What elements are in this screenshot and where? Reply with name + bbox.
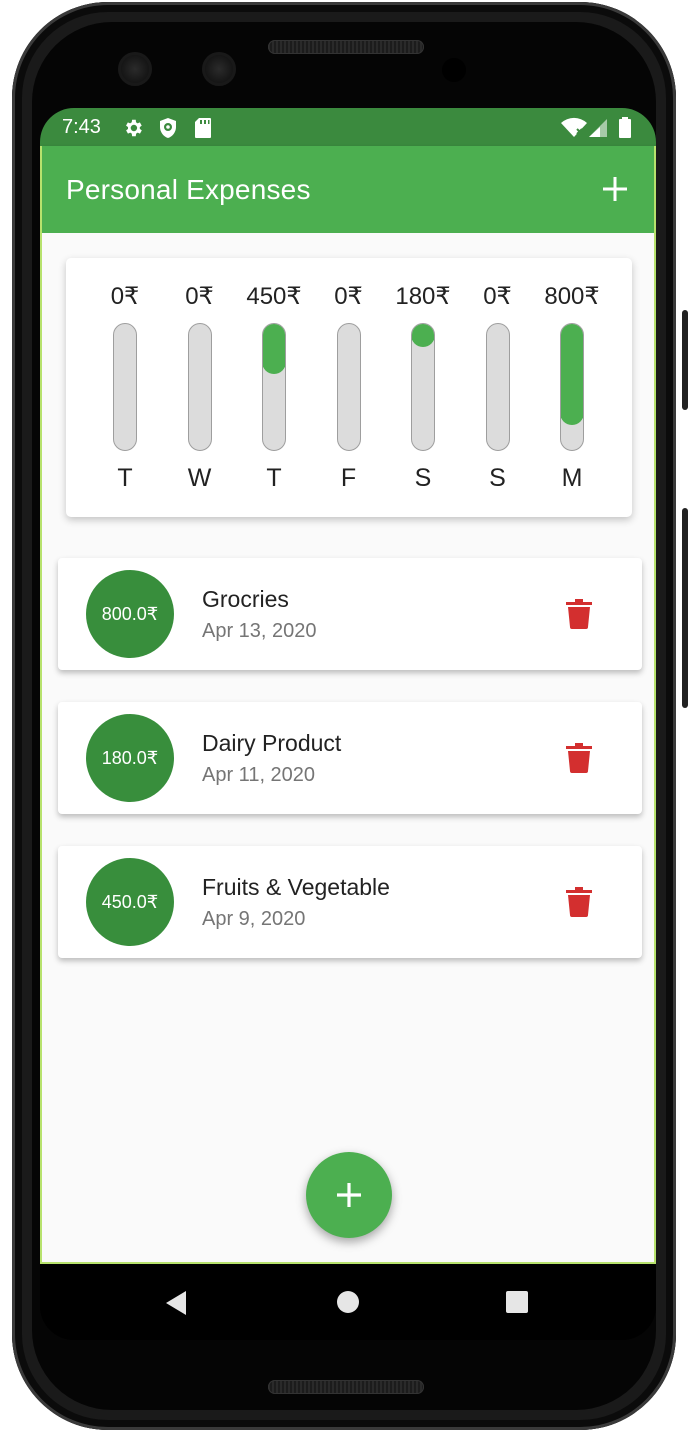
transaction-card: 180.0₹ Dairy Product Apr 11, 2020 bbox=[58, 702, 642, 814]
chart-bar-fill bbox=[412, 324, 434, 347]
chart-bar-amount: 0₹ bbox=[185, 283, 214, 310]
plus-icon bbox=[337, 1183, 361, 1207]
chart-bar-day-label: S bbox=[414, 464, 432, 492]
chart-bar-amount: 180₹ bbox=[395, 283, 451, 310]
back-icon[interactable] bbox=[164, 1290, 188, 1316]
chart-bar-amount: 0₹ bbox=[334, 283, 363, 310]
chart-bar-track bbox=[262, 323, 286, 451]
content-area: 0₹ T 0₹ W 450₹ T 0₹ F 180₹ S 0₹ S 800₹ M 800.0₹ Grocri… bbox=[40, 233, 656, 1264]
transaction-date: Apr 11, 2020 bbox=[202, 764, 316, 786]
status-time: 7:43 bbox=[62, 116, 101, 138]
chart-bar-track bbox=[336, 323, 361, 451]
chart-bar-column: 180₹ S bbox=[388, 278, 458, 498]
transaction-title: Fruits & Vegetable bbox=[202, 874, 390, 900]
transaction-title: Dairy Product bbox=[202, 730, 342, 756]
navigation-bar bbox=[40, 1264, 656, 1340]
status-bar: 7:43 bbox=[40, 108, 656, 146]
chart-bar-day-label: S bbox=[489, 464, 506, 492]
chart-bar-track bbox=[411, 323, 435, 451]
chart-bar-day-label: F bbox=[340, 464, 357, 492]
signal-icon bbox=[589, 119, 607, 137]
front-camera-secondary bbox=[202, 52, 236, 86]
chart-bar-track bbox=[187, 323, 212, 451]
chart-bar-day-label: T bbox=[117, 464, 133, 492]
chart-bar-column: 800₹ M bbox=[537, 278, 607, 498]
proximity-sensor bbox=[442, 58, 466, 82]
add-transaction-button[interactable] bbox=[600, 174, 630, 204]
transaction-card: 800.0₹ Grocries Apr 13, 2020 bbox=[58, 558, 642, 670]
chart-bar-column: 0₹ W bbox=[165, 278, 235, 498]
chart-bar-track bbox=[485, 323, 510, 451]
delete-icon[interactable] bbox=[566, 887, 592, 917]
chart-bar-track bbox=[113, 323, 137, 451]
bottom-speaker bbox=[268, 1380, 424, 1394]
chart-bar-column: 0₹ F bbox=[314, 278, 384, 498]
transaction-title: Grocries bbox=[202, 586, 289, 612]
chart-bar-column: 0₹ T bbox=[90, 278, 160, 498]
app-title: Personal Expenses bbox=[66, 174, 311, 205]
chart-bar-column: 0₹ S bbox=[463, 278, 533, 498]
delete-icon[interactable] bbox=[566, 743, 592, 773]
chart-bar-fill bbox=[263, 324, 285, 375]
chart-bar-amount: 450₹ bbox=[246, 283, 302, 310]
gear-icon bbox=[126, 119, 142, 137]
sd-card-icon bbox=[195, 118, 211, 138]
volume-button bbox=[682, 310, 688, 410]
transaction-card: 450.0₹ Fruits & Vegetable Apr 9, 2020 bbox=[58, 846, 642, 958]
transaction-amount-badge: 800.0₹ bbox=[86, 570, 174, 658]
chart-bar-track bbox=[560, 323, 584, 451]
delete-icon[interactable] bbox=[566, 599, 592, 629]
wifi-icon bbox=[561, 117, 587, 137]
chart-bar-amount: 800₹ bbox=[544, 283, 600, 310]
fab-add-button[interactable] bbox=[306, 1152, 392, 1238]
app-bar: Personal Expenses bbox=[40, 146, 656, 233]
chart-bar-fill bbox=[561, 324, 583, 426]
chart-bar-amount: 0₹ bbox=[110, 283, 140, 310]
screen: 7:43 Personal Expenses 0₹ T 0₹ W 450₹ T … bbox=[40, 108, 656, 1340]
chart-bar-day-label: M bbox=[561, 464, 583, 492]
transaction-date: Apr 13, 2020 bbox=[202, 620, 317, 642]
chart-bar-day-label: W bbox=[187, 464, 212, 492]
home-icon[interactable] bbox=[336, 1290, 360, 1314]
weekly-chart-card: 0₹ T 0₹ W 450₹ T 0₹ F 180₹ S 0₹ S 800₹ M bbox=[66, 258, 632, 517]
transaction-amount-badge: 450.0₹ bbox=[86, 858, 174, 946]
chart-bar-amount: 0₹ bbox=[483, 283, 512, 310]
battery-icon bbox=[619, 117, 631, 138]
chart-bar-column: 450₹ T bbox=[239, 278, 309, 498]
transaction-date: Apr 9, 2020 bbox=[202, 908, 306, 930]
shield-icon bbox=[160, 118, 176, 138]
front-camera bbox=[118, 52, 152, 86]
transaction-amount-badge: 180.0₹ bbox=[86, 714, 174, 802]
earpiece-speaker bbox=[268, 40, 424, 54]
power-button bbox=[682, 508, 688, 708]
plus-icon bbox=[603, 177, 627, 201]
recents-icon[interactable] bbox=[505, 1290, 529, 1314]
chart-bar-day-label: T bbox=[266, 464, 282, 492]
